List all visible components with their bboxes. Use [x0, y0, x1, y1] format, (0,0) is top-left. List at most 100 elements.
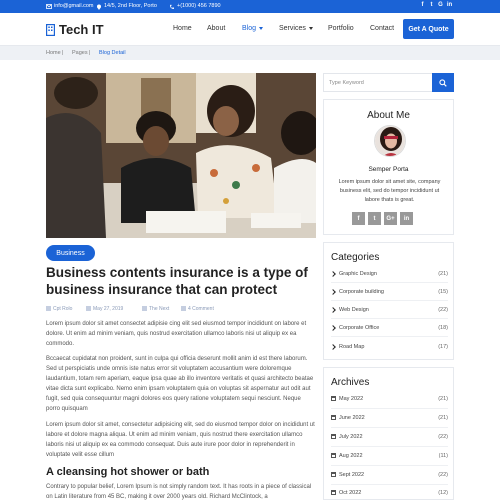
chevron-right-icon — [330, 344, 336, 350]
post-date: May 27, 2019 — [86, 306, 123, 312]
nav-home[interactable]: Home — [173, 25, 192, 32]
post-tag-text: The Next — [149, 306, 170, 312]
post-paragraph-1: Lorem ipsum dolor sit amet consectet adi… — [46, 321, 307, 347]
google-plus-icon[interactable]: G+ — [384, 212, 397, 225]
about-bio: Lorem ipsum dolor sit amet site, company… — [338, 179, 441, 203]
archive-count: (12) — [438, 490, 448, 496]
divider — [331, 446, 448, 447]
calendar-icon — [86, 306, 91, 312]
post-paragraph-3: Lorem ipsum dolor sit amet, consectetur … — [46, 422, 315, 458]
category-item[interactable]: Graphic Design (21) — [330, 270, 448, 280]
archive-count: (21) — [438, 396, 448, 402]
archive-item[interactable]: Aug 2022 (11) — [331, 452, 448, 462]
chevron-down-icon — [259, 26, 264, 30]
post-comments[interactable]: 4 Comment — [181, 306, 214, 312]
facebook-icon[interactable]: f — [352, 212, 365, 225]
about-social-links: f t G+ in — [352, 212, 416, 225]
user-icon — [46, 306, 51, 312]
post-author[interactable]: Cpt Rolo — [46, 306, 72, 312]
calendar-icon — [331, 490, 336, 495]
phone-item[interactable]: +(1000) 456 7890 — [169, 3, 221, 9]
breadcrumb-current: Blog Detail — [99, 50, 126, 56]
breadcrumb-pages[interactable]: Pages — [72, 50, 88, 56]
category-label: Road Map — [339, 344, 365, 350]
email-text: info@gmail.com — [54, 3, 94, 9]
post-tag[interactable]: The Next — [142, 306, 169, 312]
archives-widget: Archives May 2022 (21) June 2022 (21) July… — [323, 367, 454, 500]
archive-item[interactable]: Oct 2022 (12) — [331, 489, 448, 499]
divider — [331, 318, 448, 319]
category-count: (21) — [438, 271, 448, 277]
get-a-quote-button[interactable]: Get A Quote — [403, 19, 454, 39]
search-input[interactable]: Type Keyword — [329, 80, 364, 86]
archive-count: (11) — [438, 453, 448, 459]
address-item: 14/5, 2nd Floor, Porto — [96, 3, 157, 10]
category-count: (22) — [438, 307, 448, 313]
category-item[interactable]: Corporate building (15) — [330, 288, 448, 298]
archive-count: (22) — [438, 434, 448, 440]
nav-services[interactable]: Services — [279, 25, 313, 32]
twitter-icon[interactable]: t — [427, 2, 436, 8]
breadcrumb-sep-1: | — [62, 50, 64, 56]
twitter-icon[interactable]: t — [368, 212, 381, 225]
post-subheading: A cleansing hot shower or bath — [46, 466, 210, 478]
category-label: Corporate Office — [339, 325, 380, 331]
phone-text: +(1000) 456 7890 — [177, 3, 221, 9]
category-item[interactable]: Road Map (17) — [330, 343, 448, 353]
category-count: (17) — [438, 344, 448, 350]
category-label: Graphic Design — [339, 271, 377, 277]
top-bar: info@gmail.com 14/5, 2nd Floor, Porto +(… — [0, 0, 500, 13]
brand-name: Tech IT — [59, 22, 104, 37]
email-item[interactable]: info@gmail.com — [46, 3, 94, 9]
nav-about[interactable]: About — [207, 25, 225, 32]
calendar-icon — [331, 396, 336, 401]
breadcrumb-sep-2: | — [89, 50, 91, 56]
breadcrumb: Home | Pages | Blog Detail — [0, 46, 500, 60]
chevron-right-icon — [330, 289, 336, 295]
category-label: Web Design — [339, 307, 369, 313]
site-header: Tech IT Home About Blog Services Portfol… — [0, 13, 500, 46]
nav-blog[interactable]: Blog — [242, 25, 264, 32]
chevron-right-icon — [330, 271, 336, 277]
archive-item[interactable]: May 2022 (21) — [331, 395, 448, 405]
category-item[interactable]: Web Design (22) — [330, 306, 448, 316]
archive-label: July 2022 — [339, 434, 363, 440]
address-text: 14/5, 2nd Floor, Porto — [104, 3, 157, 9]
nav-contact[interactable]: Contact — [370, 25, 394, 32]
mail-icon — [46, 3, 52, 9]
post-category-badge[interactable]: Business — [46, 245, 95, 261]
post-comments-text: 4 Comment — [188, 306, 214, 312]
building-icon — [46, 23, 55, 36]
calendar-icon — [331, 415, 336, 420]
breadcrumb-home[interactable]: Home — [46, 50, 61, 56]
archive-item[interactable]: June 2022 (21) — [331, 414, 448, 424]
brand-logo[interactable]: Tech IT — [46, 22, 104, 37]
search-button[interactable] — [432, 73, 454, 92]
category-item[interactable]: Corporate Office (18) — [330, 324, 448, 334]
nav-services-label: Services — [279, 25, 306, 32]
phone-icon — [169, 4, 175, 9]
archive-count: (21) — [438, 415, 448, 421]
calendar-icon — [331, 472, 336, 477]
post-paragraph-4: Contrary to popular belief, Lorem Ipsum … — [46, 484, 312, 500]
chevron-down-icon — [308, 26, 313, 30]
linkedin-icon[interactable]: in — [400, 212, 413, 225]
comment-icon — [181, 306, 186, 312]
archive-label: Oct 2022 — [339, 490, 362, 496]
facebook-icon[interactable]: f — [418, 2, 427, 8]
chevron-right-icon — [330, 307, 336, 313]
location-pin-icon — [96, 4, 102, 10]
archive-label: Aug 2022 — [339, 453, 363, 459]
calendar-icon — [331, 434, 336, 439]
google-plus-icon[interactable]: G — [436, 2, 445, 8]
linkedin-icon[interactable]: in — [445, 2, 454, 8]
nav-portfolio[interactable]: Portfolio — [328, 25, 354, 32]
post-date-text: May 27, 2019 — [93, 306, 124, 312]
archive-item[interactable]: July 2022 (22) — [331, 433, 448, 443]
archive-label: June 2022 — [339, 415, 365, 421]
archive-item[interactable]: Sept 2022 (22) — [331, 471, 448, 481]
nav-blog-label: Blog — [242, 25, 257, 32]
post-hero-image — [46, 73, 316, 238]
post-meta: Cpt Rolo May 27, 2019 The Next 4 Comment — [46, 306, 316, 314]
about-title: About Me — [367, 110, 410, 121]
